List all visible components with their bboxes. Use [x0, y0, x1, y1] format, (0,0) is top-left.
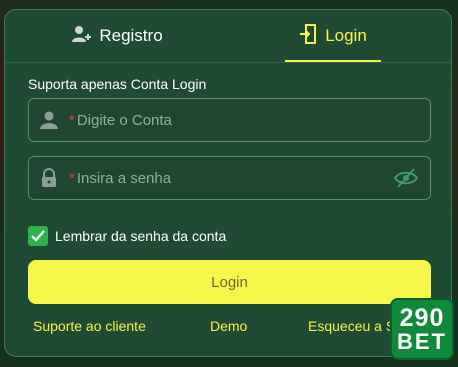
tab-login-label: Login: [325, 26, 367, 45]
login-door-icon: [299, 23, 317, 49]
logo-line-1: 290: [399, 303, 445, 332]
lock-icon: [29, 168, 69, 188]
required-mark: *: [69, 169, 75, 187]
password-field[interactable]: * Insira a senha: [28, 156, 431, 200]
user-icon: [29, 110, 69, 130]
required-mark: *: [69, 111, 75, 129]
remember-checkbox[interactable]: [28, 226, 48, 246]
password-placeholder: Insira a senha: [76, 169, 172, 187]
tab-divider: [5, 62, 451, 63]
login-subtitle: Suporta apenas Conta Login: [28, 76, 207, 92]
logo-line-2: BET: [397, 328, 447, 354]
forgot-password-link[interactable]: Esqueceu a S: [308, 318, 395, 334]
remember-label: Lembrar da senha da conta: [55, 228, 227, 244]
add-user-icon: [71, 24, 92, 49]
account-field[interactable]: * Digite o Conta: [28, 98, 431, 142]
eye-hidden-icon[interactable]: [393, 167, 419, 194]
auth-tabs: Registro Login: [5, 10, 451, 62]
login-panel: Registro Login Suporta apenas Conta Logi…: [4, 9, 452, 357]
checkmark-icon: [31, 230, 45, 242]
tab-register-label: Registro: [99, 26, 163, 45]
brand-logo: 290 BET: [390, 298, 454, 360]
support-link[interactable]: Suporte ao cliente: [33, 318, 146, 334]
demo-link[interactable]: Demo: [210, 318, 247, 334]
tab-register[interactable]: Registro: [5, 10, 229, 62]
login-button[interactable]: Login: [28, 260, 431, 304]
remember-password[interactable]: Lembrar da senha da conta: [28, 226, 226, 246]
account-placeholder: Digite o Conta: [76, 111, 172, 129]
tab-login[interactable]: Login: [285, 10, 381, 62]
